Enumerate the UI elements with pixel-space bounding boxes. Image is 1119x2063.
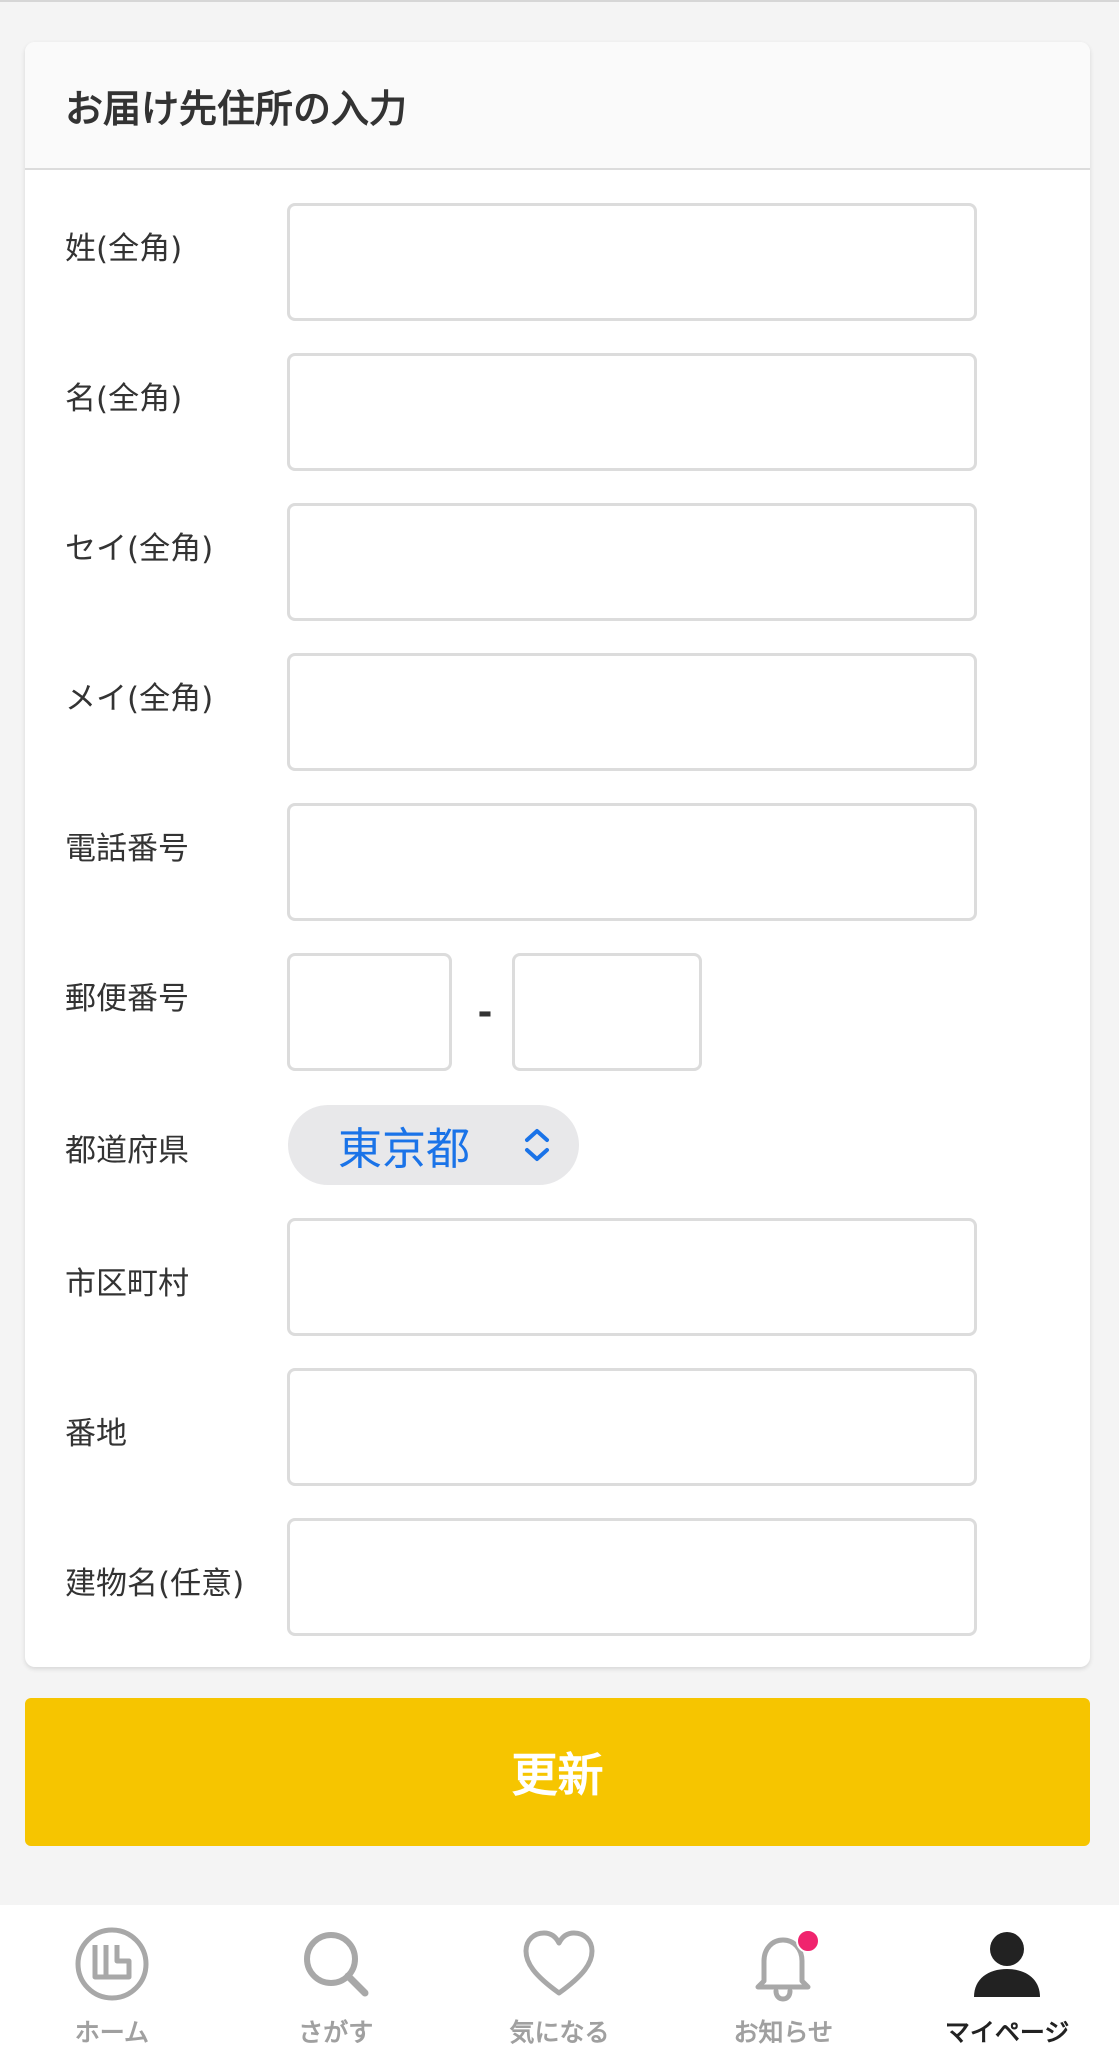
tab-search-label: さがす [298,2018,374,2047]
bottom-tab-bar: ホーム さがす 気になる お知らせ マイページ [0,1905,1119,2063]
first-kana-label: メイ(全角) [65,681,214,717]
card-header: お届け先住所の入力 [25,42,1090,170]
tab-favorites-label: 気になる [509,2018,610,2047]
bell-icon-wrapper [744,1925,822,2003]
prefecture-label: 都道府県 [65,1133,189,1169]
tab-favorites[interactable]: 気になる [448,1905,672,2063]
building-label: 建物名(任意) [65,1566,245,1602]
city-input[interactable] [287,1218,977,1336]
chevron-up-down-icon [525,1129,549,1161]
phone-label: 電話番号 [65,831,189,867]
home-logo-icon [75,1927,149,2001]
user-icon [974,1932,1041,1997]
postal-separator: - [477,991,493,1033]
last-kana-label: セイ(全角) [65,531,214,567]
tab-mypage-label: マイページ [944,2018,1070,2047]
postal-code-second-input[interactable] [512,953,702,1071]
postal-code-first-input[interactable] [287,953,452,1071]
prefecture-selected-value: 東京都 [338,1124,470,1175]
tab-home[interactable]: ホーム [0,1905,224,2063]
last-name-label: 姓(全角) [65,231,183,267]
top-divider [0,0,1119,2]
address-form-card: お届け先住所の入力 姓(全角) 名(全角) セイ(全角) メイ(全角) 電話番号… [25,42,1090,1667]
first-name-input[interactable] [287,353,977,471]
last-kana-input[interactable] [287,503,977,621]
update-button[interactable]: 更新 [25,1698,1090,1846]
first-kana-input[interactable] [287,653,977,771]
street-input[interactable] [287,1368,977,1486]
card-title: お届け先住所の入力 [65,86,408,131]
last-name-input[interactable] [287,203,977,321]
heart-icon [523,1930,595,1996]
tab-mypage[interactable]: マイページ [895,1905,1119,2063]
tab-notifications[interactable]: お知らせ [671,1905,895,2063]
postal-label: 郵便番号 [65,981,189,1017]
tab-notifications-label: お知らせ [733,2018,834,2047]
prefecture-select[interactable]: 東京都 [288,1105,579,1185]
first-name-label: 名(全角) [65,381,183,417]
tab-home-label: ホーム [74,2018,150,2047]
phone-input[interactable] [287,803,977,921]
building-input[interactable] [287,1518,977,1636]
search-icon [303,1932,369,1997]
city-label: 市区町村 [65,1266,189,1302]
tab-search[interactable]: さがす [224,1905,448,2063]
street-label: 番地 [65,1416,127,1452]
